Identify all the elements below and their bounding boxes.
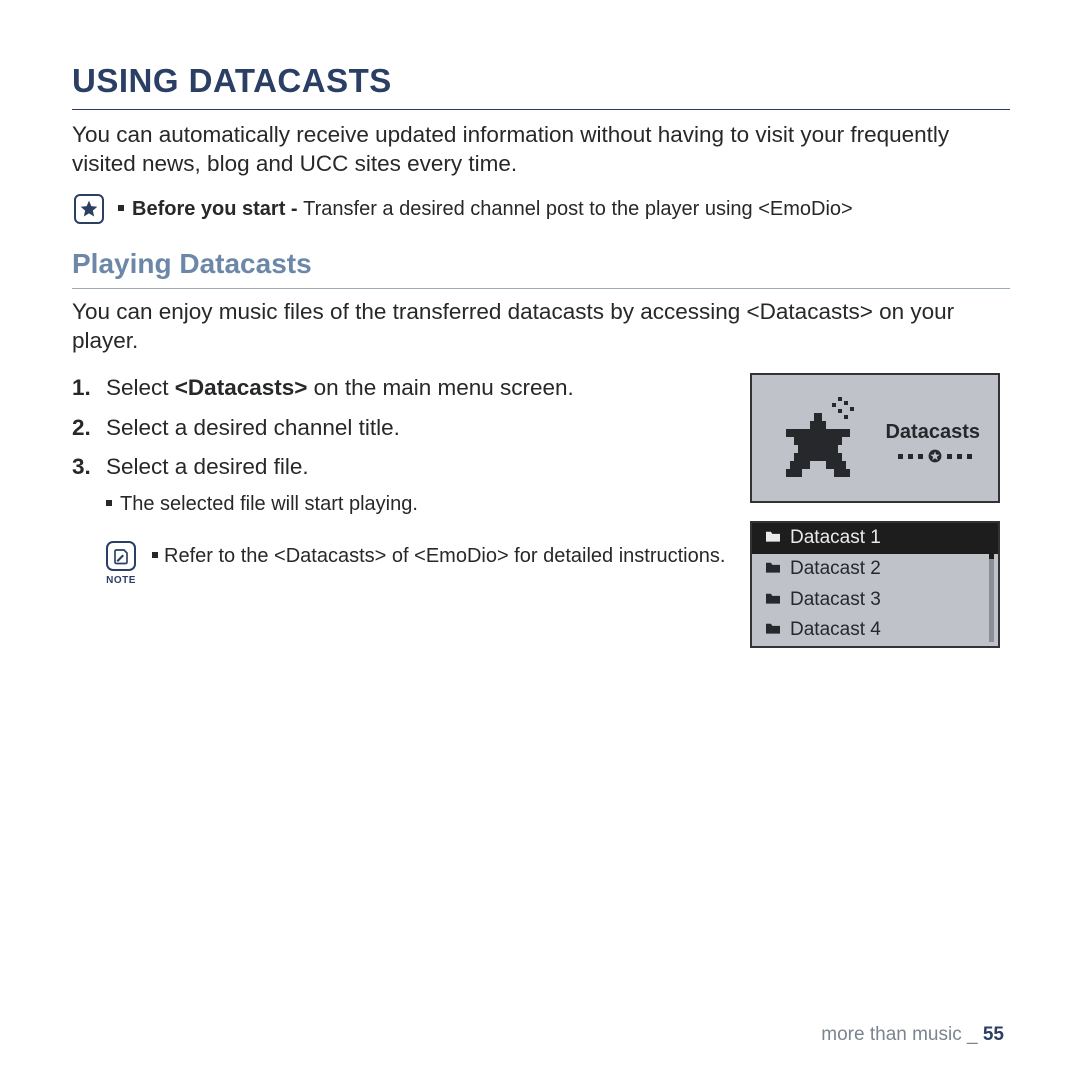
step-text: Select	[106, 375, 175, 400]
list-item-label: Datacast 2	[790, 557, 881, 582]
step-3: 3. Select a desired file.	[72, 452, 730, 481]
note: NOTE Refer to the <Datacasts> of <EmoDio…	[104, 541, 730, 587]
footer-sep: _	[962, 1024, 983, 1045]
scrollbar	[989, 527, 994, 642]
step-num: 1.	[72, 373, 98, 402]
section-title: Playing Datacasts	[72, 246, 1010, 288]
before-lead: Before you start -	[132, 198, 303, 220]
screen-label: Datacasts	[885, 419, 980, 445]
before-you-start: Before you start - Transfer a desired ch…	[74, 192, 1010, 224]
before-text: Before you start - Transfer a desired ch…	[118, 192, 853, 222]
folder-icon	[764, 618, 782, 643]
step-3-sub: The selected file will start playing.	[106, 491, 730, 517]
note-label: NOTE	[106, 574, 136, 587]
footer-section: more than music	[821, 1024, 961, 1045]
page-title: USING DATACASTS	[72, 60, 1010, 110]
list-item-label: Datacast 3	[790, 588, 881, 613]
step-text: Select a desired channel title.	[106, 413, 400, 442]
step-1: 1. Select <Datacasts> on the main menu s…	[72, 373, 730, 402]
step-text: Select a desired file.	[106, 452, 309, 481]
indicator-star-icon	[928, 449, 942, 463]
footer-page: 55	[983, 1024, 1004, 1045]
list-item[interactable]: Datacast 4	[752, 615, 998, 646]
page-indicator	[898, 449, 972, 463]
device-screen-list: Datacast 1 Datacast 2 Datacast 3 Datacast 4	[750, 521, 1000, 648]
folder-icon	[764, 557, 782, 582]
intro-text: You can automatically receive updated in…	[72, 120, 1010, 179]
star-icon	[74, 194, 104, 224]
step-text-post: on the main menu screen.	[307, 375, 573, 400]
steps-list: 1. Select <Datacasts> on the main menu s…	[72, 373, 730, 481]
step-num: 2.	[72, 413, 98, 442]
list-item[interactable]: Datacast 3	[752, 585, 998, 616]
step-bold: <Datacasts>	[175, 375, 308, 400]
page-footer: more than music _ 55	[821, 1023, 1004, 1048]
note-text: Refer to the <Datacasts> of <EmoDio> for…	[152, 541, 725, 569]
folder-icon	[764, 526, 782, 551]
note-icon	[106, 541, 136, 571]
list-item[interactable]: Datacast 2	[752, 554, 998, 585]
device-screen-menu: Datacasts	[750, 373, 1000, 503]
step-3-sub-text: The selected file will start playing.	[120, 493, 418, 515]
datacasts-icon	[770, 393, 866, 489]
step-2: 2. Select a desired channel title.	[72, 413, 730, 442]
before-rest: Transfer a desired channel post to the p…	[303, 198, 853, 220]
section-intro: You can enjoy music files of the transfe…	[72, 297, 1010, 356]
list-item-label: Datacast 1	[790, 526, 881, 551]
note-body: Refer to the <Datacasts> of <EmoDio> for…	[164, 545, 725, 567]
step-num: 3.	[72, 452, 98, 481]
folder-icon	[764, 588, 782, 613]
list-item-label: Datacast 4	[790, 618, 881, 643]
list-item[interactable]: Datacast 1	[752, 523, 998, 554]
